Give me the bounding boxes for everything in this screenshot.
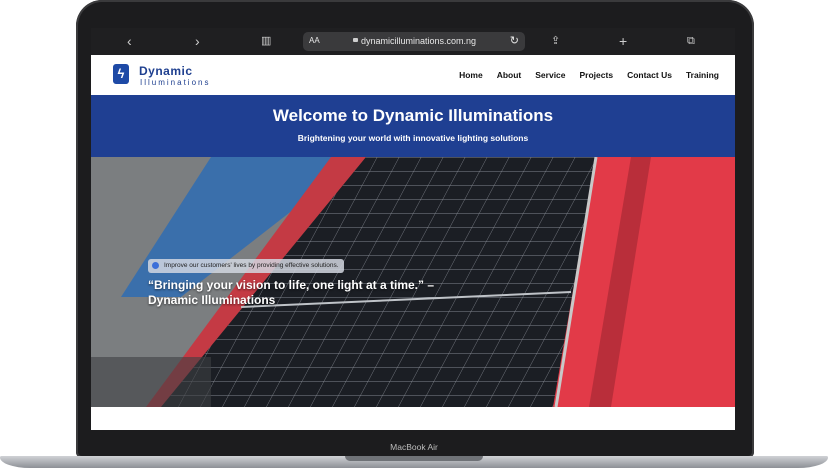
logo-text-dynamic[interactable]: Dynamic — [139, 64, 193, 78]
nav-training[interactable]: Training — [686, 70, 719, 80]
hero-quote: “Bringing your vision to life, one light… — [148, 278, 435, 307]
mission-tag: Improve our customers' lives by providin… — [148, 259, 344, 273]
screen: ‹ › ▥ AA dynamicilluminations.com.ng ↻ ⇪… — [91, 28, 735, 430]
pin-icon — [152, 262, 159, 269]
url-text: dynamicilluminations.com.ng — [361, 36, 477, 46]
mission-tag-text: Improve our customers' lives by providin… — [164, 262, 339, 269]
book-icon[interactable]: ▥ — [261, 33, 271, 49]
share-icon[interactable]: ⇪ — [551, 33, 560, 49]
main-nav: Home About Service Projects Contact Us T… — [459, 70, 719, 80]
reload-icon[interactable]: ↻ — [510, 34, 519, 47]
back-icon[interactable]: ‹ — [127, 33, 132, 49]
laptop-notch — [345, 456, 483, 461]
nav-contact[interactable]: Contact Us — [627, 70, 672, 80]
tabs-icon[interactable]: ⧉ — [687, 33, 695, 49]
text-size-button[interactable]: AA — [309, 36, 320, 45]
nav-service[interactable]: Service — [535, 70, 565, 80]
logo-icon[interactable]: ϟ — [113, 64, 129, 84]
hero-title: Welcome to Dynamic Illuminations — [272, 106, 554, 125]
browser-toolbar: ‹ › ▥ AA dynamicilluminations.com.ng ↻ ⇪… — [91, 28, 735, 55]
nav-about[interactable]: About — [497, 70, 522, 80]
plus-icon[interactable]: + — [619, 33, 627, 49]
forward-icon[interactable]: › — [195, 33, 200, 49]
address-bar[interactable]: AA dynamicilluminations.com.ng ↻ — [303, 32, 525, 51]
page-bottom — [91, 407, 735, 430]
hero-subtitle: Brightening your world with innovative l… — [297, 133, 529, 143]
nav-projects[interactable]: Projects — [580, 70, 614, 80]
solar-panel-photo: Improve our customers' lives by providin… — [91, 157, 735, 407]
laptop-base — [0, 450, 828, 475]
hero-banner: Welcome to Dynamic Illuminations Brighte… — [91, 95, 735, 157]
logo-text-illuminations[interactable]: Illuminations — [140, 78, 210, 87]
nav-home[interactable]: Home — [459, 70, 483, 80]
lock-icon — [353, 38, 358, 42]
site-header: ϟ Dynamic Illuminations Home About Servi… — [91, 55, 735, 95]
